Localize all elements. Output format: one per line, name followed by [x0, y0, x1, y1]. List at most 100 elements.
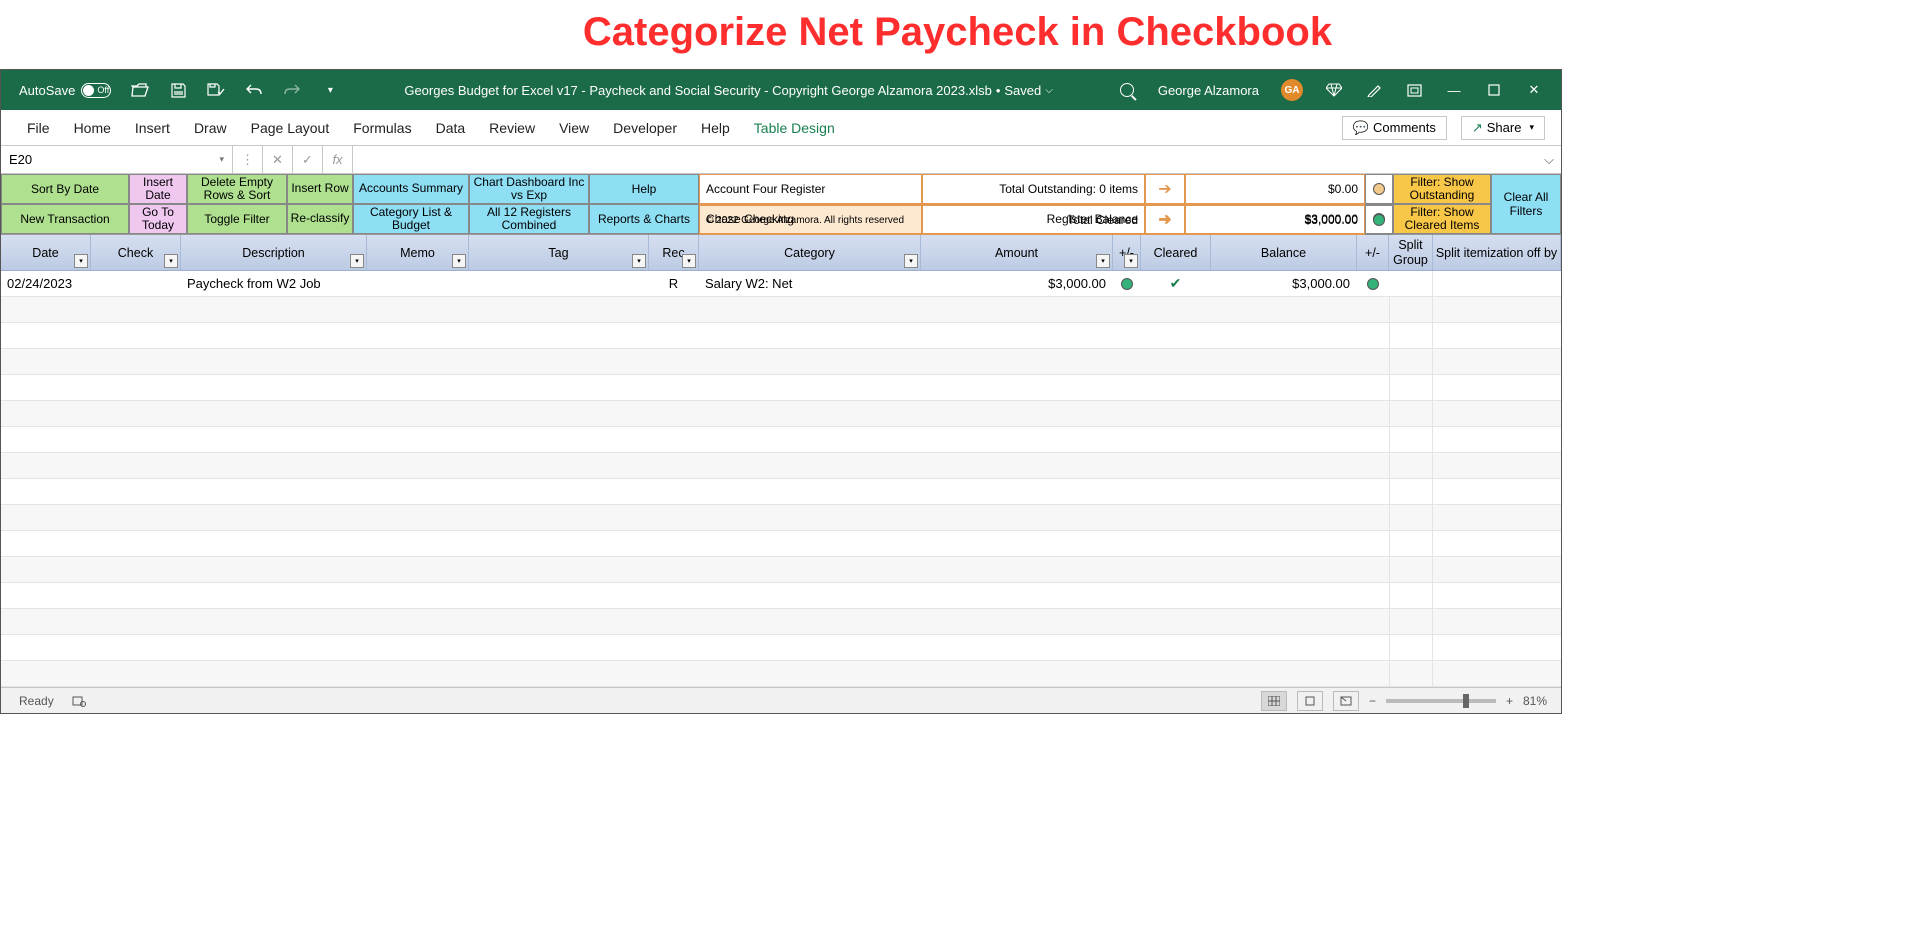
cell-amount[interactable]: $3,000.00 [921, 271, 1113, 296]
filter-outstanding-button[interactable]: Filter: Show Outstanding [1393, 174, 1491, 204]
fx-cancel[interactable]: ✕ [263, 146, 293, 173]
cell-dot2 [1357, 271, 1389, 296]
tab-review[interactable]: Review [489, 120, 535, 136]
cell-split-item[interactable] [1433, 271, 1561, 296]
table-row[interactable] [1, 323, 1561, 349]
cell-balance[interactable]: $3,000.00 [1211, 271, 1357, 296]
undo-icon[interactable] [245, 81, 263, 99]
view-normal[interactable] [1261, 691, 1287, 711]
col-description[interactable]: Description▾ [181, 235, 367, 270]
col-date[interactable]: Date▾ [1, 235, 91, 270]
col-pm2[interactable]: +/- [1357, 235, 1389, 270]
sort-by-date-button[interactable]: Sort By Date [1, 174, 129, 204]
table-row[interactable] [1, 297, 1561, 323]
formula-input[interactable] [353, 146, 1537, 173]
tab-table-design[interactable]: Table Design [754, 120, 835, 136]
app-icon[interactable] [1405, 81, 1423, 99]
cell-description[interactable]: Paycheck from W2 Job [181, 271, 367, 296]
table-row[interactable] [1, 479, 1561, 505]
save-check-icon[interactable] [207, 81, 225, 99]
tab-page-layout[interactable]: Page Layout [251, 120, 330, 136]
fx-confirm[interactable]: ✓ [293, 146, 323, 173]
table-row[interactable] [1, 505, 1561, 531]
cell-rec[interactable]: R [649, 271, 699, 296]
insert-row-button[interactable]: Insert Row [287, 174, 353, 204]
tab-draw[interactable]: Draw [194, 120, 227, 136]
cell-category[interactable]: Salary W2: Net [699, 271, 921, 296]
name-box[interactable]: E20▾ [1, 146, 233, 173]
macro-record-icon[interactable] [72, 695, 86, 707]
tab-home[interactable]: Home [74, 120, 111, 136]
insert-date-button[interactable]: Insert Date [129, 174, 187, 204]
tab-developer[interactable]: Developer [613, 120, 677, 136]
cell-check[interactable] [91, 271, 181, 296]
table-row[interactable]: 02/24/2023 Paycheck from W2 Job R Salary… [1, 271, 1561, 297]
zoom-level[interactable]: 81% [1523, 694, 1547, 708]
cell-memo[interactable] [367, 271, 469, 296]
search-icon[interactable] [1118, 81, 1136, 99]
comments-button[interactable]: 💬Comments [1342, 116, 1447, 140]
col-check[interactable]: Check▾ [91, 235, 181, 270]
table-row[interactable] [1, 661, 1561, 687]
col-amount[interactable]: Amount▾ [921, 235, 1113, 270]
accounts-summary-button[interactable]: Accounts Summary [353, 174, 469, 204]
minimize-icon[interactable]: — [1445, 81, 1463, 99]
table-row[interactable] [1, 349, 1561, 375]
col-balance[interactable]: Balance [1211, 235, 1357, 270]
tab-help[interactable]: Help [701, 120, 730, 136]
user-name[interactable]: George Alzamora [1158, 83, 1259, 98]
redo-icon[interactable] [283, 81, 301, 99]
tab-file[interactable]: File [27, 120, 50, 136]
status-bar: Ready − + 81% [1, 687, 1561, 713]
table-row[interactable] [1, 453, 1561, 479]
table-row[interactable] [1, 401, 1561, 427]
delete-empty-button[interactable]: Delete Empty Rows & Sort [187, 174, 287, 204]
table-row[interactable] [1, 427, 1561, 453]
chart-dashboard-button[interactable]: Chart Dashboard Inc vs Exp [469, 174, 589, 204]
cell-date[interactable]: 02/24/2023 [1, 271, 91, 296]
page-heading: Categorize Net Paycheck in Checkbook [0, 0, 1915, 69]
col-memo[interactable]: Memo▾ [367, 235, 469, 270]
col-split-item[interactable]: Split itemization off by [1433, 235, 1561, 270]
maximize-icon[interactable] [1485, 81, 1503, 99]
tab-formulas[interactable]: Formulas [353, 120, 411, 136]
qat-dropdown[interactable]: ▾ [321, 81, 339, 99]
view-page-layout[interactable] [1297, 691, 1323, 711]
table-row[interactable] [1, 375, 1561, 401]
share-button[interactable]: ↗Share▾ [1461, 116, 1545, 140]
view-page-break[interactable] [1333, 691, 1359, 711]
fx-options[interactable]: ⋮ [233, 146, 263, 173]
diamond-icon[interactable] [1325, 81, 1343, 99]
table-row[interactable] [1, 609, 1561, 635]
autosave-toggle[interactable]: AutoSave Off [19, 83, 111, 98]
table-row[interactable] [1, 583, 1561, 609]
col-category[interactable]: Category▾ [699, 235, 921, 270]
cell-cleared[interactable]: ✔ [1141, 271, 1211, 296]
col-cleared[interactable]: Cleared [1141, 235, 1211, 270]
zoom-out[interactable]: − [1369, 694, 1376, 708]
table-row[interactable] [1, 635, 1561, 661]
tab-insert[interactable]: Insert [135, 120, 170, 136]
pencil-icon[interactable] [1365, 81, 1383, 99]
col-rec[interactable]: Rec▾ [649, 235, 699, 270]
zoom-in[interactable]: + [1506, 694, 1513, 708]
fbar-expand[interactable]: ⌵ [1537, 152, 1561, 168]
dot-orange [1365, 174, 1393, 204]
table-row[interactable] [1, 531, 1561, 557]
open-icon[interactable] [131, 81, 149, 99]
tab-view[interactable]: View [559, 120, 589, 136]
cell-tag[interactable] [469, 271, 649, 296]
col-split-group[interactable]: SplitGroup [1389, 235, 1433, 270]
tab-data[interactable]: Data [436, 120, 466, 136]
save-icon[interactable] [169, 81, 187, 99]
col-pm1[interactable]: +/-▾ [1113, 235, 1141, 270]
cell-dot [1113, 271, 1141, 296]
cell-split-group[interactable] [1389, 271, 1433, 296]
help-button[interactable]: Help [589, 174, 699, 204]
close-icon[interactable]: ✕ [1525, 81, 1543, 99]
zoom-slider[interactable] [1386, 699, 1496, 703]
fx-button[interactable]: fx [323, 146, 353, 173]
col-tag[interactable]: Tag▾ [469, 235, 649, 270]
table-row[interactable] [1, 557, 1561, 583]
avatar[interactable]: GA [1281, 79, 1303, 101]
